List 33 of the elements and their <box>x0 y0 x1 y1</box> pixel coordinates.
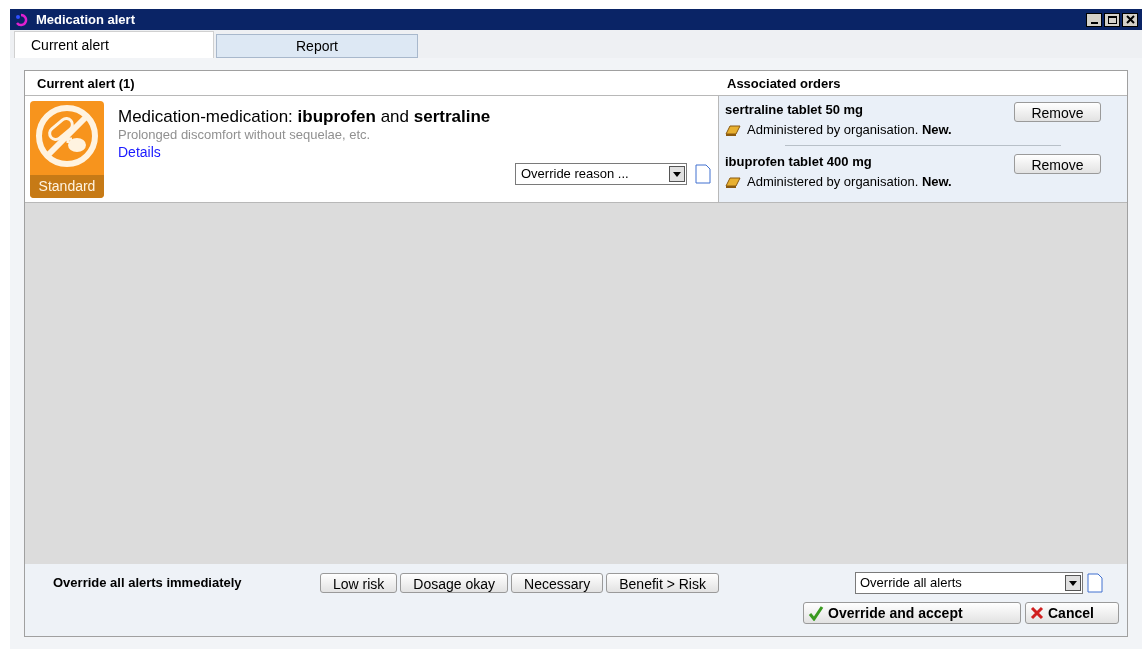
order-status: Administered by organisation. New. <box>747 172 952 191</box>
close-icon <box>1030 606 1044 620</box>
severity-label: Standard <box>30 175 104 198</box>
close-button[interactable] <box>1122 12 1138 27</box>
reason-button[interactable]: Necessary <box>511 573 604 593</box>
alert-title: Medication-medication: ibuprofen and sertraline <box>118 107 492 127</box>
check-icon <box>808 605 824 621</box>
details-link[interactable]: Details <box>118 143 161 161</box>
remove-button[interactable]: Remove <box>1014 154 1101 174</box>
override-all-dropdown[interactable]: Override all alerts <box>855 572 1083 594</box>
reason-button[interactable]: Dosage okay <box>400 573 509 593</box>
reason-button[interactable]: Low risk <box>320 573 398 593</box>
document-icon[interactable] <box>1087 573 1103 593</box>
maximize-button[interactable] <box>1104 12 1120 27</box>
override-label: Override all alerts immediately <box>53 574 243 593</box>
alert-description: Prolonged discomfort without sequelae, etc. <box>118 127 372 143</box>
reason-button[interactable]: Benefit > Risk <box>606 573 719 593</box>
no-pills-icon <box>34 103 100 169</box>
accept-button[interactable]: Override and accept <box>803 602 1021 624</box>
order-name: ibuprofen tablet 400 mg <box>725 153 873 171</box>
app-icon <box>14 12 28 27</box>
order-name: sertraline tablet 50 mg <box>725 101 864 119</box>
tab[interactable]: Report <box>216 34 418 58</box>
section-heading: Associated orders <box>727 76 841 91</box>
window-title: Medication alert <box>36 10 135 29</box>
order-status: Administered by organisation. New. <box>747 120 952 139</box>
tab[interactable]: Current alert <box>14 31 214 58</box>
document-icon[interactable] <box>695 164 711 184</box>
remove-button[interactable]: Remove <box>1014 102 1101 122</box>
section-heading: Current alert (1) <box>37 76 135 91</box>
override-reason-dropdown[interactable]: Override reason ... <box>515 163 687 185</box>
cancel-button[interactable]: Cancel <box>1025 602 1119 624</box>
minimize-button[interactable] <box>1086 12 1102 27</box>
